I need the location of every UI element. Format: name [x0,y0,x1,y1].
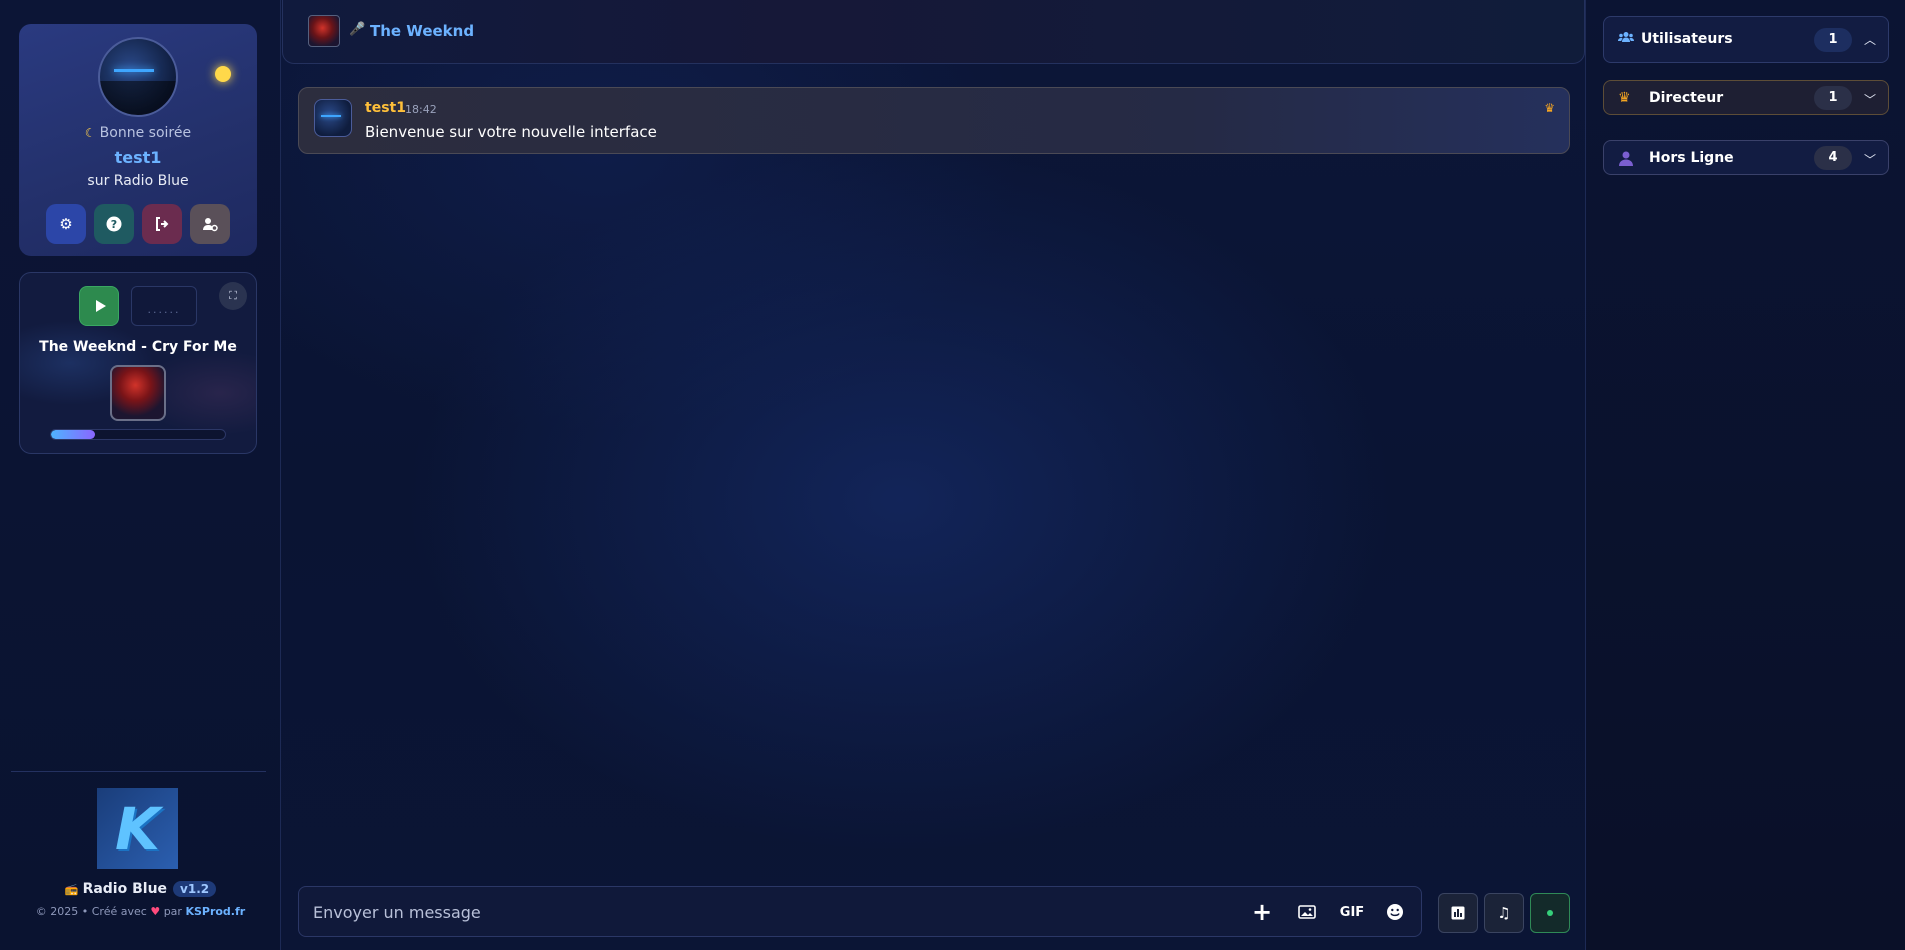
copyright-by: par [163,905,182,918]
expand-player-button[interactable]: ⛶ [219,282,247,310]
logout-icon [156,217,169,231]
divider [11,771,266,772]
left-sidebar: ☾ Bonne soirée test1 sur Radio Blue ⚙ ? .… [0,0,281,950]
emoji-button[interactable] [1383,900,1407,924]
ksprod-link[interactable]: KSProd.fr [185,905,245,918]
now-playing-bar: 🎤 The Weeknd [282,0,1585,64]
group-label: Directeur [1649,90,1724,106]
brand-line: 📻 Radio Blue v1.2 [0,881,281,897]
message-text: Bienvenue sur votre nouvelle interface [365,123,657,141]
profile-username: test1 [114,148,162,167]
crown-icon: ♛ [1618,90,1631,106]
settings-button[interactable]: ⚙ [46,204,86,244]
current-artist: The Weeknd [370,22,475,40]
version-badge: v1.2 [173,881,217,897]
group-director[interactable]: ♛ Directeur 1 ﹀ [1603,80,1889,115]
message-avatar[interactable] [314,99,352,137]
heart-icon: ♥ [150,905,161,918]
gear-icon: ⚙ [59,215,73,233]
group-offline[interactable]: Hors Ligne 4 ﹀ [1603,140,1889,175]
expand-icon: ⛶ [229,289,237,302]
chevron-down-icon: ﹀ [1863,93,1876,107]
message-time: 18:42 [405,103,437,116]
playback-progress[interactable] [50,429,226,440]
user-settings-button[interactable] [190,204,230,244]
progress-fill [51,430,95,439]
help-button[interactable]: ? [94,204,134,244]
moon-icon: ☾ [84,126,96,140]
image-icon [1298,905,1316,919]
message-author[interactable]: test1 [365,100,406,116]
equalizer: ...... [131,286,197,326]
group-label: Hors Ligne [1649,150,1734,166]
smiley-icon [1387,904,1403,920]
message-composer: + GIF [298,886,1422,938]
svg-text:?: ? [111,218,117,231]
server-name: sur Radio Blue [87,173,189,189]
plus-icon: + [1251,898,1273,926]
user-settings-icon [203,218,218,232]
music-note-icon: ♫ [1497,904,1511,922]
profile-card: ☾ Bonne soirée test1 sur Radio Blue ⚙ ? [19,24,257,256]
brand-logo: K [97,788,178,869]
crown-icon: ♛ [1544,101,1555,115]
chevron-down-icon: ﹀ [1863,153,1876,167]
brand-name: Radio Blue [82,881,168,897]
track-thumbnail [308,15,340,47]
gif-button[interactable]: GIF [1337,900,1367,924]
image-button[interactable] [1295,900,1319,924]
live-status-button[interactable] [1530,893,1570,933]
add-attachment-button[interactable]: + [1250,898,1274,926]
music-button[interactable]: ♫ [1484,893,1524,933]
play-icon [95,300,106,312]
music-player: ...... ⛶ The Weeknd - Cry For Me [19,272,257,454]
profile-actions: ⚙ ? [46,204,230,244]
greeting: ☾ Bonne soirée [19,125,257,141]
group-users[interactable]: Utilisateurs 1 ︿ [1603,16,1889,63]
right-sidebar: Utilisateurs 1 ︿ ♛ Directeur 1 ﹀ Hors Li… [1585,0,1905,950]
radio-icon: 📻 [64,883,79,896]
live-dot [1547,910,1553,916]
album-cover [110,365,166,421]
profile-avatar[interactable] [98,37,178,117]
message-input[interactable] [313,887,1213,938]
group-label: Utilisateurs [1641,31,1733,47]
greeting-text: Bonne soirée [99,125,192,141]
chevron-up-icon: ︿ [1863,33,1876,47]
now-playing-title: The Weeknd - Cry For Me [39,339,237,355]
group-count: 1 [1814,28,1852,52]
user-icon [1618,150,1634,170]
microphone-icon: 🎤 [349,22,366,37]
copyright: © 2025 • Créé avec ♥ par KSProd.fr [0,905,281,918]
users-icon [1618,31,1634,47]
play-button[interactable] [79,286,119,326]
stats-button[interactable] [1438,893,1478,933]
status-indicator[interactable] [215,66,231,82]
help-icon: ? [106,216,122,232]
logout-button[interactable] [142,204,182,244]
chart-icon [1451,906,1465,920]
logo-letter: K [115,794,160,863]
group-count: 1 [1814,86,1852,110]
copyright-prefix: © 2025 • Créé avec [35,905,147,918]
chat-message: test1 18:42 ♛ Bienvenue sur votre nouvel… [298,87,1570,154]
group-count: 4 [1814,146,1852,170]
